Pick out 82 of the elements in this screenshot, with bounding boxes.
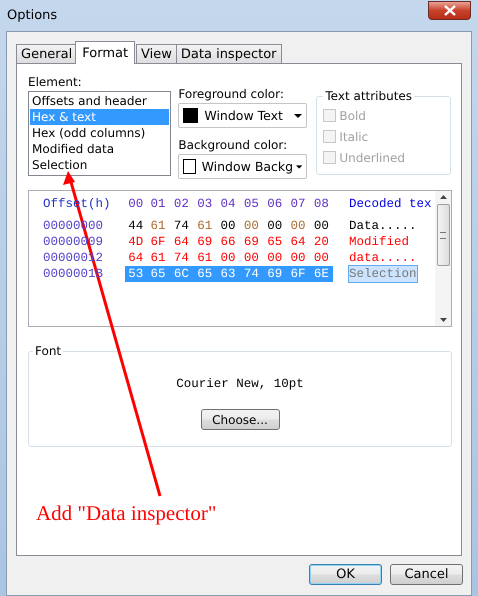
dialog-button[interactable]: OK: [309, 564, 382, 585]
column-header: 06: [266, 196, 284, 212]
choose-button[interactable]: Choose...: [200, 409, 280, 430]
hex-byte: 00: [266, 218, 284, 234]
hex-byte: 61: [150, 250, 167, 266]
tab[interactable]: General: [16, 44, 78, 64]
column-header: 02: [172, 196, 190, 212]
annotation-text: Add "Data inspector": [36, 501, 218, 526]
decoded-text: Modified: [349, 234, 410, 250]
column-header: 08: [312, 196, 330, 212]
hex-byte: 6F: [150, 234, 167, 250]
column-header: 01: [150, 196, 167, 212]
hex-byte: 00: [266, 250, 284, 266]
checkbox-label: Italic: [339, 130, 368, 144]
tab[interactable]: Format: [75, 41, 136, 64]
hex-byte: 69: [266, 266, 284, 282]
hex-byte: 69: [196, 234, 214, 250]
decoded-text-header: Decoded tex: [349, 196, 432, 212]
hex-byte: 00: [290, 250, 307, 266]
column-header: 04: [220, 196, 237, 212]
list-item[interactable]: Hex (odd columns): [30, 125, 170, 141]
hex-byte: 61: [196, 250, 214, 266]
hex-byte: 61: [196, 218, 214, 234]
hex-byte: 00: [312, 218, 330, 234]
decoded-text: Selection: [349, 266, 417, 282]
list-item[interactable]: Modified data: [30, 141, 170, 157]
column-header: 03: [196, 196, 214, 212]
background-label: Background color:: [178, 138, 288, 152]
column-header: 07: [290, 196, 307, 212]
hex-byte: 4D: [127, 234, 144, 250]
hex-byte: 6C: [172, 266, 190, 282]
hex-byte: 66: [220, 234, 237, 250]
hex-byte: 69: [242, 234, 260, 250]
list-item[interactable]: Selection: [30, 157, 170, 173]
list-item[interactable]: Offsets and header: [30, 93, 170, 109]
group-title: Text attributes: [323, 89, 414, 103]
hex-byte: 64: [172, 234, 190, 250]
background-dropdown[interactable]: Window Backg: [178, 154, 308, 179]
hex-byte: 74: [172, 250, 190, 266]
hex-byte: 00: [220, 250, 237, 266]
close-icon: [444, 5, 456, 16]
hex-byte: 6E: [312, 266, 330, 282]
close-button[interactable]: [428, 1, 471, 20]
hex-byte: 44: [127, 218, 144, 234]
checkbox-label: Bold: [339, 108, 366, 122]
hex-byte: 64: [127, 250, 144, 266]
hex-byte: 65: [196, 266, 214, 282]
scroll-thumb[interactable]: [436, 204, 450, 266]
foreground-label: Foreground color:: [178, 87, 285, 101]
dialog-button[interactable]: Cancel: [390, 564, 463, 585]
element-label: Element:: [28, 75, 83, 89]
hex-byte: 00: [220, 218, 237, 234]
hex-byte: 61: [150, 218, 167, 234]
caret-icon: [294, 114, 302, 118]
hex-byte: 6F: [290, 266, 307, 282]
font-name: Courier New, 10pt: [176, 377, 304, 391]
hex-byte: 65: [266, 234, 284, 250]
hex-byte: 00: [242, 250, 260, 266]
hex-byte: 20: [312, 234, 330, 250]
hex-byte: 63: [220, 266, 237, 282]
scroll-down-icon[interactable]: [440, 318, 446, 322]
hex-byte: 65: [150, 266, 167, 282]
hex-byte: 00: [312, 250, 330, 266]
decoded-text: data.....: [349, 250, 417, 266]
tab[interactable]: View: [136, 44, 177, 64]
window-title: Options: [7, 8, 58, 23]
checkbox-label: Underlined: [339, 150, 405, 164]
hex-byte: 74: [172, 218, 190, 234]
hex-byte: 00: [290, 218, 307, 234]
scroll-up-icon[interactable]: [440, 195, 446, 199]
hex-byte: 00: [242, 218, 260, 234]
column-header: 05: [242, 196, 260, 212]
column-header: 00: [127, 196, 144, 212]
group-title: Font: [33, 344, 64, 358]
foreground-dropdown[interactable]: Window Text: [178, 103, 308, 128]
caret-icon: [296, 164, 302, 168]
tab[interactable]: Data inspector: [176, 44, 282, 64]
scrollbar[interactable]: [435, 191, 451, 326]
decoded-text: Data.....: [349, 218, 417, 234]
hex-byte: 64: [290, 234, 307, 250]
hex-byte: 53: [127, 266, 144, 282]
hex-byte: 74: [242, 266, 260, 282]
